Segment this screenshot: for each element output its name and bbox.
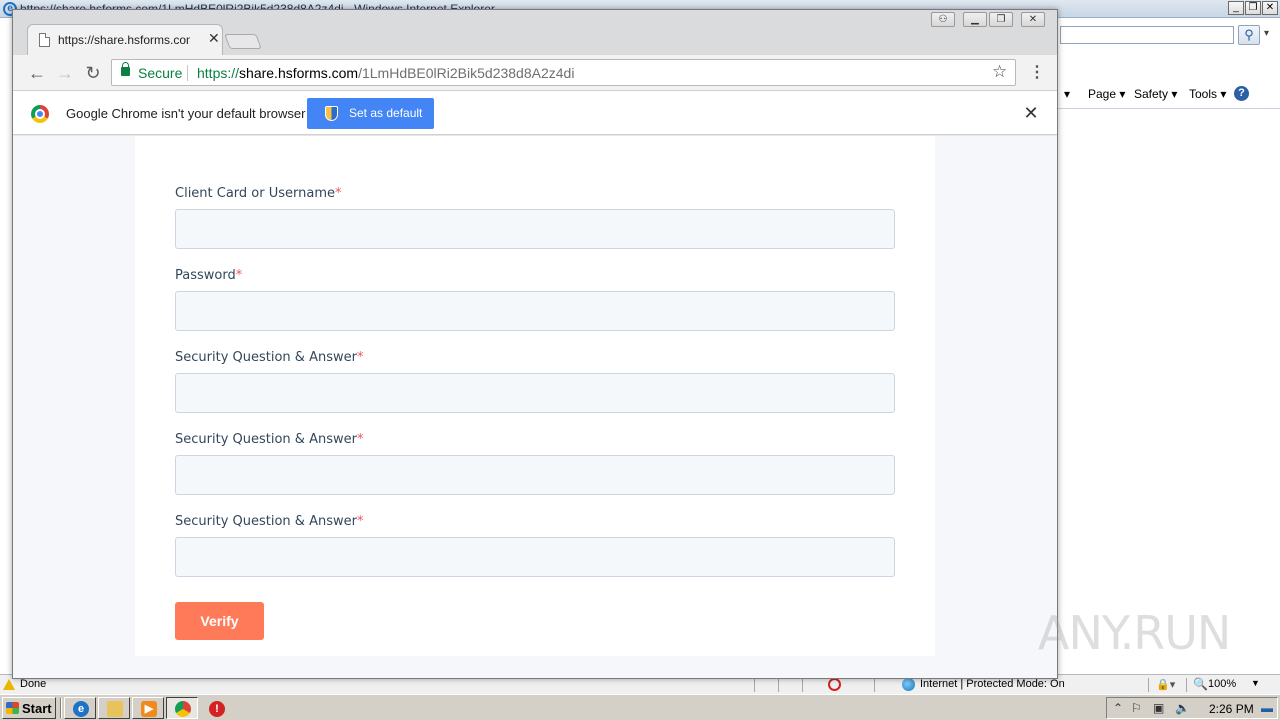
security-question-label-1: Security Question & Answer* bbox=[175, 350, 364, 365]
chrome-icon bbox=[175, 701, 191, 717]
password-label: Password* bbox=[175, 268, 243, 283]
chevron-down-icon[interactable]: ▼ bbox=[1251, 678, 1260, 688]
url-scheme: https:// bbox=[197, 65, 240, 81]
ie-close-button[interactable]: ✕ bbox=[1262, 1, 1278, 15]
shield-icon bbox=[325, 106, 338, 121]
volume-icon[interactable]: 🔈 bbox=[1175, 701, 1190, 715]
secure-label[interactable]: Secure bbox=[138, 65, 182, 81]
verify-button[interactable]: Verify bbox=[175, 602, 264, 640]
tab-active[interactable]: https://share.hsforms.com/ ✕ bbox=[27, 24, 223, 55]
security-question-label-2: Security Question & Answer* bbox=[175, 432, 364, 447]
show-desktop-icon[interactable]: ▬ bbox=[1261, 701, 1273, 715]
username-label: Client Card or Username* bbox=[175, 186, 342, 201]
chrome-toolbar: ← → ↻ Secure https://share.hsforms.com/1… bbox=[13, 55, 1057, 91]
padlock-icon[interactable]: 🔒▾ bbox=[1156, 678, 1175, 691]
default-browser-infobar: Google Chrome isn't your default browser… bbox=[13, 92, 1057, 135]
status-divider bbox=[754, 678, 755, 692]
address-bar[interactable]: Secure https://share.hsforms.com/1LmHdBE… bbox=[111, 59, 1016, 86]
ie-cmd-page[interactable]: Page ▾ bbox=[1088, 87, 1125, 101]
media-player-icon: ▶ bbox=[141, 701, 157, 717]
status-divider bbox=[874, 678, 875, 692]
url-text[interactable]: https://share.hsforms.com/1LmHdBE0lRi2Bi… bbox=[197, 65, 574, 81]
chrome-window: https://share.hsforms.com/ ✕ ⚇ ▁ ❐ ✕ ← →… bbox=[12, 9, 1058, 679]
security-question-input-1[interactable] bbox=[175, 373, 895, 413]
forward-icon[interactable]: → bbox=[53, 61, 77, 85]
new-tab-button[interactable] bbox=[224, 34, 262, 49]
flag-icon[interactable]: ⚐ bbox=[1131, 701, 1142, 715]
taskbar-stop-app[interactable]: ! bbox=[200, 697, 232, 719]
ie-cmd-arrow[interactable]: ▾ bbox=[1064, 87, 1070, 101]
help-icon[interactable]: ? bbox=[1234, 86, 1249, 101]
page-icon bbox=[39, 33, 50, 47]
back-icon[interactable]: ← bbox=[25, 61, 49, 85]
chrome-logo-icon bbox=[31, 105, 49, 123]
close-icon[interactable]: ✕ bbox=[1020, 102, 1042, 124]
status-divider bbox=[1186, 678, 1187, 692]
ie-status-text: Done bbox=[20, 678, 47, 690]
page-viewport: Client Card or Username* Password* Secur… bbox=[13, 136, 1057, 678]
folder-icon bbox=[107, 701, 123, 717]
restore-button[interactable]: ❐ bbox=[989, 12, 1013, 27]
taskbar: Start e ▶ ! ⌃ ⚐ ▣ 🔈 2:26 PM ▬ bbox=[0, 694, 1280, 720]
taskbar-chrome[interactable] bbox=[166, 697, 198, 719]
username-input[interactable] bbox=[175, 209, 895, 249]
close-window-button[interactable]: ✕ bbox=[1021, 12, 1045, 27]
password-input[interactable] bbox=[175, 291, 895, 331]
minimize-button[interactable]: ▁ bbox=[963, 12, 987, 27]
star-icon[interactable]: ☆ bbox=[992, 62, 1007, 82]
ie-zone-text[interactable]: Internet | Protected Mode: On bbox=[920, 678, 1065, 690]
taskbar-divider bbox=[60, 698, 62, 718]
ie-left-edge bbox=[0, 18, 12, 674]
start-label: Start bbox=[22, 701, 52, 716]
status-divider bbox=[1148, 678, 1149, 692]
chevron-up-icon[interactable]: ⌃ bbox=[1113, 701, 1123, 715]
ie-content-area bbox=[1058, 108, 1280, 674]
set-as-default-label: Set as default bbox=[349, 106, 423, 120]
security-question-input-3[interactable] bbox=[175, 537, 895, 577]
chrome-tabstrip: https://share.hsforms.com/ ✕ ⚇ ▁ ❐ ✕ bbox=[13, 10, 1057, 55]
ie-search-input[interactable] bbox=[1060, 26, 1234, 44]
close-icon[interactable]: ✕ bbox=[208, 30, 220, 47]
omnibox-divider bbox=[187, 65, 188, 81]
chevron-down-icon[interactable]: ▾ bbox=[1264, 28, 1269, 39]
network-icon[interactable]: ▣ bbox=[1153, 701, 1164, 715]
tab-title: https://share.hsforms.com/ bbox=[58, 33, 190, 47]
status-divider bbox=[778, 678, 779, 692]
set-as-default-button[interactable]: Set as default bbox=[307, 98, 434, 129]
start-flag-icon bbox=[6, 702, 19, 714]
popup-blocked-icon[interactable] bbox=[828, 678, 841, 691]
security-question-label-3: Security Question & Answer* bbox=[175, 514, 364, 529]
ie-icon: e bbox=[73, 701, 89, 717]
taskbar-media-player[interactable]: ▶ bbox=[132, 697, 164, 719]
ie-minimize-button[interactable]: _ bbox=[1228, 1, 1244, 15]
ie-zoom-level[interactable]: 100% bbox=[1208, 678, 1236, 690]
reload-icon[interactable]: ↻ bbox=[81, 61, 105, 85]
profile-icon[interactable]: ⚇ bbox=[931, 12, 955, 27]
taskbar-ie[interactable]: e bbox=[64, 697, 96, 719]
search-icon[interactable]: ⚲ bbox=[1238, 25, 1260, 45]
clock[interactable]: 2:26 PM bbox=[1209, 702, 1254, 716]
status-divider bbox=[802, 678, 803, 692]
start-button[interactable]: Start bbox=[2, 697, 56, 719]
ie-restore-button[interactable]: ❐ bbox=[1245, 1, 1261, 15]
zoom-icon[interactable]: 🔍 bbox=[1193, 677, 1208, 691]
stop-icon: ! bbox=[209, 701, 225, 717]
security-question-input-2[interactable] bbox=[175, 455, 895, 495]
taskbar-explorer[interactable] bbox=[98, 697, 130, 719]
globe-icon bbox=[902, 678, 915, 691]
warning-icon bbox=[3, 679, 15, 690]
menu-icon[interactable]: ⋮ bbox=[1025, 61, 1049, 85]
anyrun-watermark: ANY.RUN bbox=[1038, 606, 1231, 660]
lock-icon[interactable] bbox=[121, 62, 130, 76]
url-host: share.hsforms.com bbox=[239, 65, 359, 81]
system-tray: ⌃ ⚐ ▣ 🔈 2:26 PM ▬ bbox=[1106, 697, 1278, 719]
ie-cmd-tools[interactable]: Tools ▾ bbox=[1189, 87, 1226, 101]
login-form: Client Card or Username* Password* Secur… bbox=[135, 136, 935, 656]
url-path: /1LmHdBE0lRi2Bik5d238d8A2z4di bbox=[358, 65, 575, 81]
ie-cmd-safety[interactable]: Safety ▾ bbox=[1134, 87, 1177, 101]
infobar-message: Google Chrome isn't your default browser bbox=[66, 106, 306, 121]
